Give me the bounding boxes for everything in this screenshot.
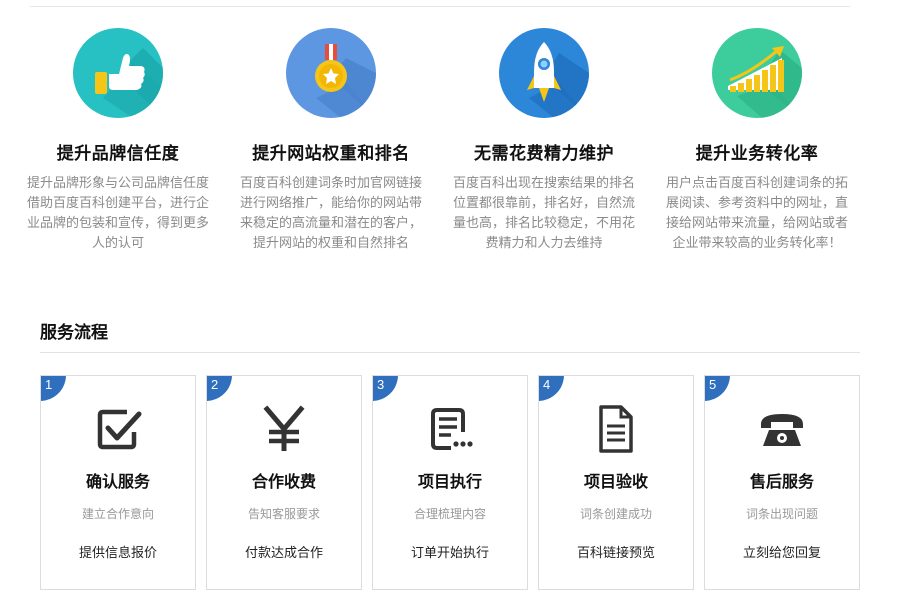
step-number-badge: 5 xyxy=(705,376,730,401)
step-subtitle: 词条出现问题 xyxy=(745,507,818,521)
step-title: 项目执行 xyxy=(417,472,482,491)
step-number-badge: 3 xyxy=(373,376,398,401)
top-divider xyxy=(30,6,850,7)
step-title: 确认服务 xyxy=(85,472,150,491)
step-action: 付款达成合作 xyxy=(244,546,323,561)
process-step-4[interactable]: 4 项目验收 词条创建成功 百科链接预览 xyxy=(538,375,694,590)
process-step-5[interactable]: 5 售后服务 词条出现问题 立刻给您回复 xyxy=(704,375,860,590)
medal-icon xyxy=(286,28,376,118)
section-title-process: 服务流程 xyxy=(40,323,108,343)
rocket-icon xyxy=(499,28,589,118)
growth-chart-icon xyxy=(712,28,802,118)
step-action: 立刻给您回复 xyxy=(742,546,821,561)
step-number: 4 xyxy=(543,377,551,392)
step-number: 1 xyxy=(45,377,53,392)
step-title: 项目验收 xyxy=(583,472,648,491)
process-step-3[interactable]: 3 项目执行 合理梳理内容 订单开始执行 xyxy=(372,375,528,590)
thumbs-up-icon xyxy=(73,28,163,118)
step-title: 合作收费 xyxy=(251,472,316,491)
telephone-icon xyxy=(757,404,807,454)
step-number: 3 xyxy=(377,377,385,392)
feature-title: 提升业务转化率 xyxy=(695,144,819,164)
step-number-badge: 2 xyxy=(207,376,232,401)
process-step-2[interactable]: 2 合作收费 告知客服要求 付款达成合作 xyxy=(206,375,362,590)
process-step-1[interactable]: 1 确认服务 建立合作意向 提供信息报价 xyxy=(40,375,196,590)
feature-card-ranking: 提升网站权重和排名 百度百科创建词条时加官网链接进行网络推广，能给你的网站带来稳… xyxy=(231,28,431,254)
step-action: 百科链接预览 xyxy=(576,546,655,561)
feature-description: 百度百科创建词条时加官网链接进行网络推广，能给你的网站带来稳定的高流量和潜在的客… xyxy=(239,176,422,251)
process-steps: 1 确认服务 建立合作意向 提供信息报价 2 合作收费 告知客服要求 付款达成合… xyxy=(40,375,862,591)
feature-card-brand-trust: 提升品牌信任度 提升品牌形象与公司品牌信任度借助百度百科创建平台，进行企业品牌的… xyxy=(18,28,218,254)
list-document-icon xyxy=(425,404,475,454)
feature-card-conversion: 提升业务转化率 用户点击百度百科创建词条的拓展阅读、参考资料中的网址，直接给网站… xyxy=(657,28,857,254)
feature-title: 提升品牌信任度 xyxy=(56,144,180,164)
feature-title: 提升网站权重和排名 xyxy=(252,144,410,164)
yen-icon xyxy=(259,404,309,454)
checkbox-icon xyxy=(93,404,143,454)
step-number-badge: 1 xyxy=(41,376,66,401)
features-section: 提升品牌信任度 提升品牌形象与公司品牌信任度借助百度百科创建平台，进行企业品牌的… xyxy=(18,28,878,278)
step-number: 5 xyxy=(709,377,717,392)
step-subtitle: 建立合作意向 xyxy=(81,507,154,521)
feature-description: 提升品牌形象与公司品牌信任度借助百度百科创建平台，进行企业品牌的包装和宣传，得到… xyxy=(26,176,209,251)
step-subtitle: 词条创建成功 xyxy=(579,507,652,521)
step-action: 提供信息报价 xyxy=(78,546,157,561)
feature-description: 用户点击百度百科创建词条的拓展阅读、参考资料中的网址，直接给网站带来流量，给网站… xyxy=(665,176,848,251)
step-number-badge: 4 xyxy=(539,376,564,401)
feature-title: 无需花费精力维护 xyxy=(474,144,614,164)
step-action: 订单开始执行 xyxy=(410,546,489,561)
document-icon xyxy=(591,404,641,454)
step-subtitle: 合理梳理内容 xyxy=(413,507,486,521)
feature-description: 百度百科出现在搜索结果的排名位置都很靠前，排名好，自然流量也高，排名比较稳定，不… xyxy=(452,176,635,251)
step-number: 2 xyxy=(211,377,219,392)
section-divider xyxy=(40,352,860,353)
step-title: 售后服务 xyxy=(749,472,814,491)
step-subtitle: 告知客服要求 xyxy=(247,507,320,521)
feature-card-maintenance: 无需花费精力维护 百度百科出现在搜索结果的排名位置都很靠前，排名好，自然流量也高… xyxy=(444,28,644,254)
